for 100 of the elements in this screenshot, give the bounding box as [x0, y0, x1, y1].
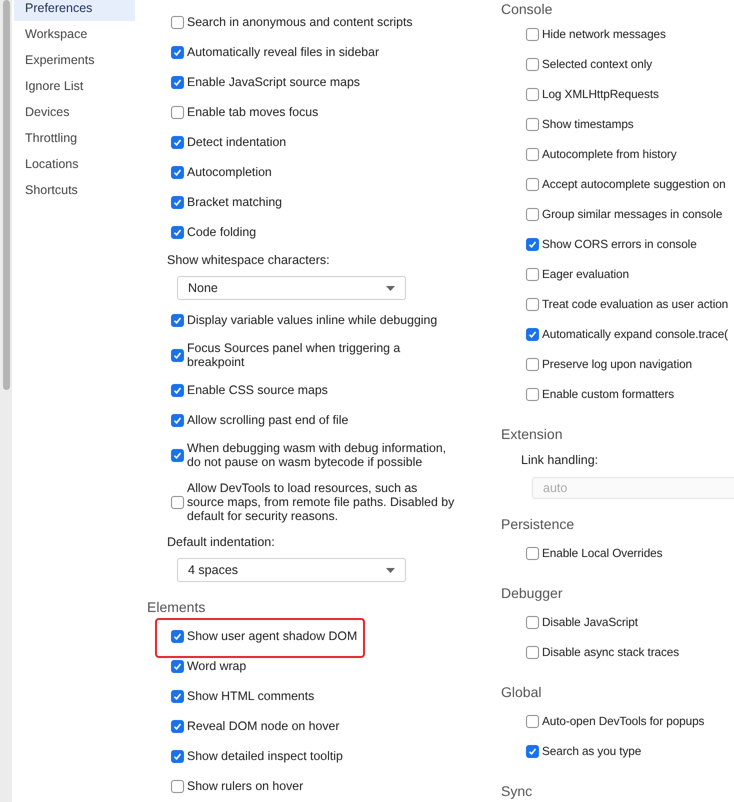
- checkbox[interactable]: [171, 76, 184, 88]
- checkbox[interactable]: [526, 298, 539, 310]
- checkbox[interactable]: [171, 136, 184, 148]
- checkbox[interactable]: [526, 358, 539, 370]
- checkmark-icon: [173, 350, 182, 360]
- checkbox[interactable]: [171, 314, 184, 326]
- section-title: Sync: [501, 782, 532, 801]
- checkbox-label: Show timestamps: [542, 117, 634, 131]
- field-label: Link handling:: [521, 452, 598, 469]
- checkbox[interactable]: [171, 448, 184, 462]
- checkbox[interactable]: [526, 148, 539, 160]
- checkbox-label: Eager evaluation: [542, 267, 629, 281]
- checkbox-label: Preserve log upon navigation: [542, 357, 692, 371]
- checkbox[interactable]: [526, 328, 539, 340]
- sidebar-item[interactable]: Ignore List: [14, 73, 135, 99]
- checkbox[interactable]: [171, 720, 184, 732]
- checkbox-label: Show user agent shadow DOM: [187, 629, 358, 643]
- checkbox-label: Allow DevTools to load resources, such as source maps, from remote file paths. Disabled by default for security reasons.: [187, 481, 456, 523]
- checkbox[interactable]: [526, 118, 539, 130]
- section-title: Extension: [501, 424, 562, 444]
- sidebar-item[interactable]: Throttling: [14, 125, 135, 151]
- section-title: Debugger: [501, 584, 562, 603]
- checkbox-label: Selected context only: [542, 57, 652, 71]
- checkbox-label: Enable CSS source maps: [187, 383, 329, 397]
- checkbox[interactable]: [171, 750, 184, 762]
- checkbox-label: Autocomplete from history: [542, 147, 677, 161]
- checkbox-label: Show HTML comments: [187, 689, 316, 703]
- section-title: Console: [501, 0, 552, 19]
- checkbox-label: Hide network messages: [542, 27, 666, 41]
- checkbox[interactable]: [171, 630, 184, 642]
- checkbox-label: Word wrap: [187, 659, 248, 673]
- sidebar-item[interactable]: Experiments: [14, 47, 135, 73]
- checkmark-icon: [528, 746, 537, 756]
- checkbox[interactable]: [171, 226, 184, 238]
- checkbox-label: Search in anonymous and content scripts: [187, 15, 414, 29]
- checkbox[interactable]: [526, 388, 539, 400]
- checkbox[interactable]: [171, 496, 184, 508]
- checkbox-label: Treat code evaluation as user action: [542, 297, 728, 311]
- checkbox[interactable]: [526, 268, 539, 280]
- sidebar-item[interactable]: Preferences: [14, 0, 135, 21]
- checkbox[interactable]: [526, 178, 539, 190]
- dropdown-select[interactable]: 4 spaces: [177, 558, 406, 582]
- checkbox[interactable]: [526, 616, 539, 628]
- caret-icon: [386, 568, 395, 572]
- checkbox-label: Automatically reveal files in sidebar: [187, 45, 380, 59]
- sidebar-item[interactable]: Workspace: [14, 21, 135, 47]
- checkbox-label: Show rulers on hover: [187, 779, 304, 793]
- checkmark-icon: [173, 168, 182, 176]
- checkbox[interactable]: [171, 780, 184, 792]
- sidebar-item[interactable]: Devices: [14, 99, 135, 125]
- checkbox[interactable]: [171, 16, 184, 28]
- checkbox[interactable]: [171, 384, 184, 396]
- checkbox-label: Focus Sources panel when triggering a breakpoint: [187, 341, 402, 369]
- field-label: Default indentation:: [167, 534, 275, 551]
- checkbox-label: Autocompletion: [187, 165, 273, 179]
- checkbox[interactable]: [171, 166, 184, 178]
- checkbox[interactable]: [526, 238, 539, 250]
- sidebar-item[interactable]: Shortcuts: [14, 177, 135, 203]
- checkbox[interactable]: [171, 414, 184, 426]
- checkbox-label: Disable async stack traces: [542, 645, 680, 659]
- checkbox[interactable]: [171, 348, 184, 362]
- checkmark-icon: [173, 450, 182, 460]
- checkbox-label: Disable JavaScript: [542, 615, 638, 629]
- checkbox[interactable]: [526, 28, 539, 40]
- caret-icon: [386, 286, 395, 290]
- section-title: Global: [501, 682, 542, 702]
- checkbox-label: Automatically expand console.trace(: [542, 327, 728, 341]
- checkbox[interactable]: [171, 660, 184, 672]
- checkbox-label: Enable tab moves focus: [187, 105, 320, 119]
- checkbox-label: Log XMLHttpRequests: [542, 87, 659, 101]
- checkbox-label: Detect indentation: [187, 135, 288, 149]
- checkbox[interactable]: [526, 58, 539, 70]
- checkbox-label: Search as you type: [542, 744, 642, 758]
- checkbox-label: Enable JavaScript source maps: [187, 75, 361, 89]
- checkbox[interactable]: [526, 546, 539, 560]
- sidebar-item[interactable]: Locations: [14, 151, 135, 177]
- checkmark-icon: [173, 416, 182, 424]
- checkbox[interactable]: [171, 106, 184, 118]
- checkbox[interactable]: [526, 646, 539, 658]
- checkbox-label: Bracket matching: [187, 195, 284, 209]
- checkmark-icon: [173, 632, 182, 640]
- checkbox-label: Display variable values inline while debugging: [187, 313, 438, 327]
- checkbox-label: Allow scrolling past end of file: [187, 413, 350, 427]
- scrollbar-thumb[interactable]: [2, 0, 10, 390]
- checkbox[interactable]: [171, 46, 184, 58]
- checkbox[interactable]: [526, 88, 539, 100]
- checkbox-label: Group similar messages in console: [542, 207, 722, 221]
- checkmark-icon: [173, 752, 182, 760]
- checkmark-icon: [173, 48, 182, 56]
- checkbox[interactable]: [526, 714, 539, 728]
- field-label: Show whitespace characters:: [167, 252, 330, 269]
- checkmark-icon: [173, 722, 182, 730]
- checkbox-label: Reveal DOM node on hover: [187, 719, 340, 733]
- checkbox[interactable]: [171, 690, 184, 702]
- checkbox[interactable]: [526, 208, 539, 220]
- checkbox[interactable]: [526, 744, 539, 758]
- checkbox-label: When debugging wasm with debug information, do not pause on wasm bytecode if possible: [187, 441, 448, 469]
- checkbox-label: Enable custom formatters: [542, 387, 674, 401]
- checkbox[interactable]: [171, 196, 184, 208]
- dropdown-select[interactable]: None: [177, 276, 406, 300]
